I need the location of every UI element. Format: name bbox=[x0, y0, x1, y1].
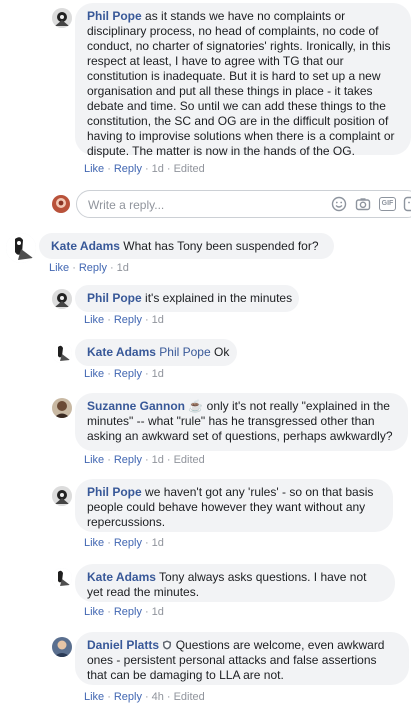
like-link[interactable]: Like bbox=[84, 454, 104, 466]
comment-text: as it stands we have no complaints or di… bbox=[87, 9, 395, 158]
camera-icon[interactable] bbox=[355, 196, 371, 212]
comment-timestamp[interactable]: 1d bbox=[117, 262, 129, 274]
comment-bubble: Phil Pope it's explained in the minutes bbox=[75, 285, 299, 312]
comment-bubble: Suzanne Gannon ☕ only it's not really "e… bbox=[75, 393, 408, 451]
comment-author[interactable]: Kate Adams bbox=[51, 239, 120, 253]
comment-actions: Like · Reply · 4h · Edited bbox=[84, 691, 205, 703]
like-link[interactable]: Like bbox=[84, 537, 104, 549]
badge-icon: ☕ bbox=[188, 399, 204, 413]
current-user-avatar bbox=[52, 195, 70, 213]
comment-text: Ok bbox=[213, 345, 230, 359]
comment-bubble: Kate Adams Tony always asks questions. I… bbox=[75, 564, 395, 602]
comment-actions: Like · Reply · 1d · Edited bbox=[84, 454, 205, 466]
like-link[interactable]: Like bbox=[84, 606, 104, 618]
like-link[interactable]: Like bbox=[84, 163, 104, 175]
avatar[interactable] bbox=[52, 343, 72, 363]
comment-actions: Like · Reply · 1d · Edited bbox=[84, 163, 205, 175]
comment-bubble: Phil Pope we haven't got any 'rules' - s… bbox=[75, 479, 393, 532]
emoji-icon[interactable] bbox=[331, 196, 347, 212]
avatar[interactable] bbox=[52, 289, 72, 309]
reply-link[interactable]: Reply bbox=[114, 537, 142, 549]
edited-label[interactable]: Edited bbox=[174, 454, 205, 466]
edited-label[interactable]: Edited bbox=[174, 163, 205, 175]
edited-label[interactable]: Edited bbox=[174, 691, 205, 703]
reply-link[interactable]: Reply bbox=[79, 262, 107, 274]
comment-author[interactable]: Phil Pope bbox=[87, 291, 142, 305]
comment-timestamp[interactable]: 4h bbox=[152, 691, 164, 703]
comment-bubble: Kate Adams What has Tony been suspended … bbox=[39, 233, 334, 259]
avatar[interactable] bbox=[6, 233, 36, 263]
reply-link[interactable]: Reply bbox=[114, 606, 142, 618]
reply-link[interactable]: Reply bbox=[114, 314, 142, 326]
reply-link[interactable]: Reply bbox=[114, 691, 142, 703]
reply-link[interactable]: Reply bbox=[114, 454, 142, 466]
comment-actions: Like · Reply · 1d bbox=[84, 368, 164, 380]
mention-link[interactable]: Phil Pope bbox=[159, 345, 210, 359]
comment-timestamp[interactable]: 1d bbox=[152, 314, 164, 326]
comment-actions: Like · Reply · 1d bbox=[84, 314, 164, 326]
comment-author[interactable]: Daniel Platts bbox=[87, 638, 159, 652]
comment-text: it's explained in the minutes bbox=[145, 291, 293, 305]
comment-bubble: Kate Adams Phil Pope Ok bbox=[75, 339, 237, 366]
like-link[interactable]: Like bbox=[84, 314, 104, 326]
comment-text: What has Tony been suspended for? bbox=[123, 239, 319, 253]
comment-author[interactable]: Phil Pope bbox=[87, 485, 142, 499]
reply-link[interactable]: Reply bbox=[114, 163, 142, 175]
avatar[interactable] bbox=[52, 398, 72, 418]
avatar[interactable] bbox=[52, 8, 72, 28]
like-link[interactable]: Like bbox=[49, 262, 69, 274]
avatar[interactable] bbox=[52, 568, 72, 588]
comment-bubble: Daniel Platts Questions are welcome, eve… bbox=[75, 632, 409, 685]
moderator-shield-icon bbox=[162, 639, 172, 650]
comment-actions: Like · Reply · 1d bbox=[84, 537, 164, 549]
avatar[interactable] bbox=[52, 637, 72, 657]
comment-author[interactable]: Phil Pope bbox=[87, 9, 142, 23]
reply-input[interactable]: Write a reply... GIF bbox=[76, 190, 411, 218]
reply-placeholder: Write a reply... bbox=[88, 198, 165, 212]
comment-timestamp[interactable]: 1d bbox=[152, 606, 164, 618]
like-link[interactable]: Like bbox=[84, 691, 104, 703]
comment-timestamp[interactable]: 1d bbox=[152, 537, 164, 549]
comment-actions: Like · Reply · 1d bbox=[84, 606, 164, 618]
comment-author[interactable]: Kate Adams bbox=[87, 570, 156, 584]
comment-timestamp[interactable]: 1d bbox=[152, 163, 164, 175]
reply-link[interactable]: Reply bbox=[114, 368, 142, 380]
comment-author[interactable]: Kate Adams bbox=[87, 345, 156, 359]
comment-author[interactable]: Suzanne Gannon bbox=[87, 399, 185, 413]
comment-timestamp[interactable]: 1d bbox=[152, 368, 164, 380]
sticker-icon[interactable] bbox=[403, 196, 411, 212]
comment-actions: Like · Reply · 1d bbox=[49, 262, 129, 274]
comment-timestamp[interactable]: 1d bbox=[152, 454, 164, 466]
comment-bubble: Phil Pope as it stands we have no compla… bbox=[75, 3, 411, 158]
gif-icon[interactable]: GIF bbox=[379, 197, 396, 211]
like-link[interactable]: Like bbox=[84, 368, 104, 380]
avatar[interactable] bbox=[52, 486, 72, 506]
